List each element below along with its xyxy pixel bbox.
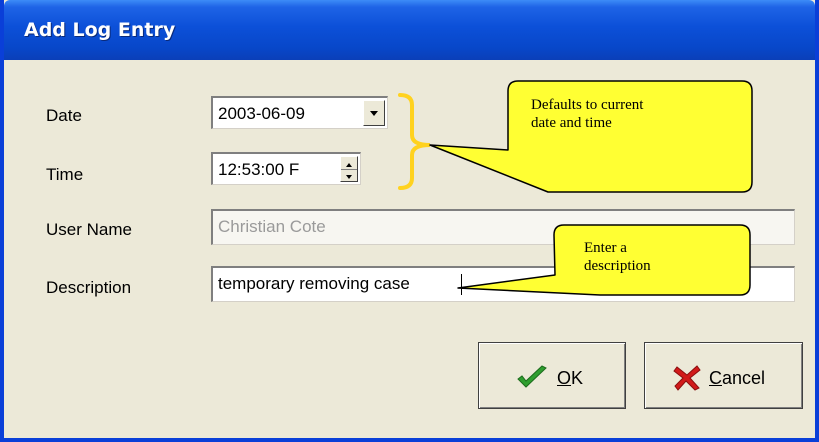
description-callout-text: Enter a description bbox=[584, 239, 651, 275]
annotation-overlay bbox=[398, 80, 753, 296]
date-time-bracket bbox=[398, 93, 431, 190]
datetime-callout-line-2: date and time bbox=[531, 115, 612, 131]
description-callout-line-1: Enter a bbox=[584, 240, 627, 256]
description-callout-line-2: description bbox=[584, 258, 651, 274]
datetime-callout-line-1: Defaults to current bbox=[531, 97, 644, 113]
datetime-callout-text: Defaults to current date and time bbox=[531, 96, 643, 132]
